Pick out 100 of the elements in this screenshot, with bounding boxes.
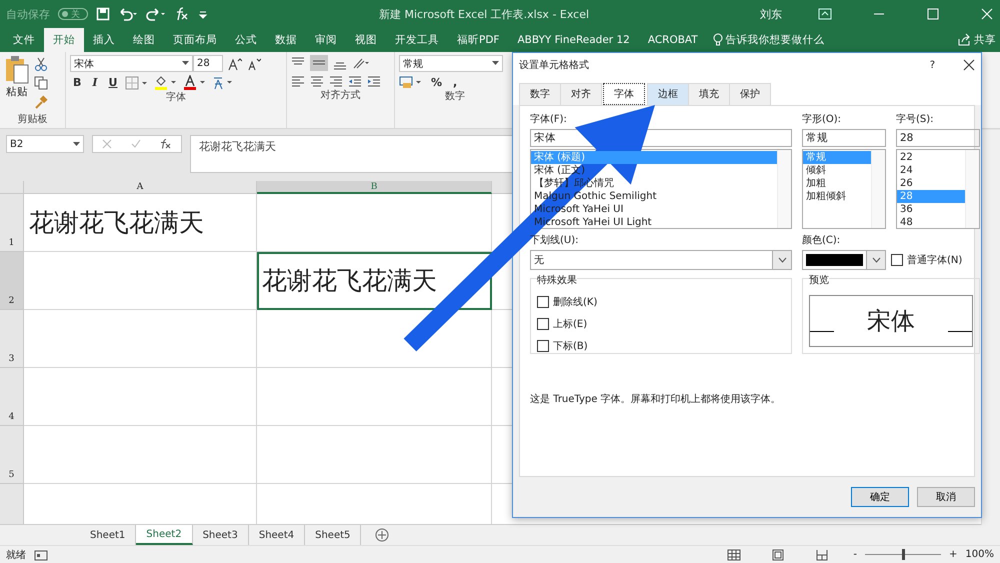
row-header[interactable]: 2 [0,252,24,310]
dropdown-arrow-icon[interactable] [182,61,189,66]
accounting-icon[interactable] [399,75,423,89]
ribbon-tab[interactable]: ACROBAT [638,28,707,52]
name-box[interactable]: B2 [6,135,84,153]
grow-font-icon[interactable] [228,56,242,70]
underline-dropdown[interactable]: 无 [530,250,792,270]
close-icon[interactable] [963,59,975,71]
font-name-field[interactable]: 宋体 [70,55,193,72]
fill-color-icon[interactable] [154,75,178,90]
dialog-tab[interactable]: 填充 [688,83,730,105]
orientation-icon[interactable] [352,56,370,70]
dialog-tab[interactable]: 边框 [647,83,689,105]
percent-button[interactable]: % [428,76,446,88]
ribbon-tab[interactable]: 公式 [226,28,266,52]
font-size-field[interactable]: 28 [193,55,223,72]
column-header[interactable]: B [257,181,492,194]
column-header[interactable]: A [24,181,257,194]
vertical-scrollbar[interactable] [981,130,1000,525]
shrink-font-icon[interactable] [247,56,261,70]
zoom-out-button[interactable]: - [853,549,858,560]
list-box[interactable]: 22 24 26 28 36 48 [896,149,980,229]
table-cell[interactable] [257,368,492,426]
increase-indent-icon[interactable] [367,74,381,88]
text-field[interactable]: 28 [896,129,980,147]
scrollbar[interactable] [871,150,885,228]
checkbox-label[interactable]: 普通字体(N) [907,253,962,267]
zoom-level[interactable]: 100% [965,549,994,560]
share-icon[interactable] [957,33,971,47]
ribbon-tab[interactable]: 插入 [84,28,124,52]
dropdown-arrow-icon[interactable] [73,142,80,146]
chevron-down-icon[interactable] [778,257,786,263]
page-layout-icon[interactable] [771,548,786,560]
zoom-in-button[interactable]: + [949,549,958,560]
font-color-icon[interactable] [183,75,208,90]
color-dropdown[interactable] [802,250,886,270]
row-header[interactable]: 1 [0,194,24,252]
list-box[interactable]: 常规 倾斜 加粗 加粗倾斜 [802,149,886,229]
table-cell[interactable] [24,252,257,310]
ribbon-tab[interactable]: 审阅 [306,28,346,52]
user-name[interactable]: 刘东 [760,6,782,22]
function-icon[interactable] [174,7,190,21]
format-painter-icon[interactable] [34,95,48,109]
bold-button[interactable]: B [70,76,84,89]
list-item[interactable]: 26 [897,177,965,190]
checkbox[interactable] [891,254,903,266]
row-header[interactable]: 5 [0,426,24,484]
scrollbar[interactable] [965,150,979,228]
row-header[interactable]: 4 [0,368,24,426]
save-icon[interactable] [96,7,110,21]
page-break-icon[interactable] [815,548,830,560]
scrollbar[interactable] [777,150,791,228]
table-cell[interactable] [24,310,257,368]
dialog-tab[interactable]: 保护 [729,83,771,105]
chevron-down-icon[interactable] [872,257,880,263]
help-button[interactable]: ? [930,60,935,70]
dialog-button[interactable]: 确定 [851,487,909,507]
number-format-field[interactable]: 常规 [399,55,503,72]
list-item[interactable]: 加粗 [803,177,871,190]
list-item[interactable]: 22 [897,151,965,164]
table-cell[interactable] [257,194,492,252]
checkbox-label[interactable]: 上标(E) [553,317,588,331]
text-field[interactable]: 常规 [802,129,886,147]
checkbox[interactable] [537,340,549,352]
dialog-tab[interactable]: 数字 [519,83,561,105]
macro-record-icon[interactable] [34,548,48,560]
checkbox[interactable] [537,318,549,330]
ribbon-tab[interactable]: 福昕PDF [448,28,508,52]
undo-icon[interactable] [118,7,138,21]
checkbox-label[interactable]: 删除线(K) [553,295,598,309]
redo-icon[interactable] [146,7,166,21]
dialog-tab[interactable]: 字体 [603,83,645,105]
paste-icon[interactable] [4,55,30,85]
paste-label[interactable]: 粘贴 [6,85,28,99]
underline-button[interactable]: U [106,76,120,89]
italic-button[interactable]: I [89,76,101,89]
list-item[interactable]: 24 [897,164,965,177]
tell-me-search[interactable]: 告诉我你想要做什么 [726,33,825,47]
dialog-tab[interactable]: 对齐 [560,83,602,105]
maximize-icon[interactable] [926,8,940,20]
zoom-slider-thumb[interactable] [902,549,906,560]
normal-view-icon[interactable] [727,548,742,560]
ribbon-tab[interactable]: 页面布局 [164,28,226,52]
list-item[interactable]: 倾斜 [803,164,871,177]
align-middle-icon[interactable] [310,55,328,71]
function-icon[interactable] [160,139,172,149]
copy-icon[interactable] [34,76,48,90]
row-header[interactable]: 3 [0,310,24,368]
list-item[interactable]: 加粗倾斜 [803,190,871,203]
table-cell[interactable]: 花谢花飞花满天 [257,252,492,310]
ribbon-tab[interactable]: 开始 [44,28,84,52]
cut-icon[interactable] [34,57,48,71]
list-item[interactable]: 48 [897,216,965,229]
ribbon-tab[interactable]: 数据 [266,28,306,52]
phonetic-icon[interactable] [212,75,234,90]
share-button[interactable]: 共享 [974,33,996,47]
checkbox[interactable] [537,296,549,308]
table-cell[interactable]: 花谢花飞花满天 [24,194,257,252]
lightbulb-icon[interactable] [712,33,723,47]
dropdown-arrow-icon[interactable] [492,61,499,66]
